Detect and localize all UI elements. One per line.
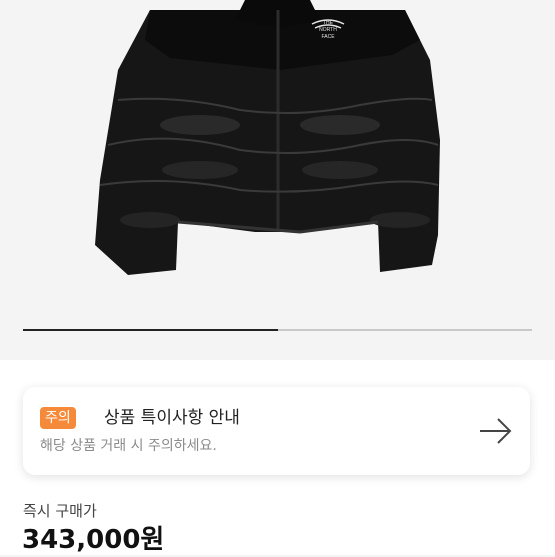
caution-badge: 주의: [40, 407, 76, 429]
svg-text:THE: THE: [323, 20, 334, 26]
image-carousel-progress: [23, 329, 532, 331]
instant-buy-price-label: 즉시 구매가: [23, 502, 97, 520]
notice-subtitle: 해당 상품 거래 시 주의하세요.: [40, 438, 217, 454]
product-image: THE NORTH FACE: [95, 0, 440, 275]
product-notice-card[interactable]: 주의 상품 특이사항 안내 해당 상품 거래 시 주의하세요.: [23, 387, 530, 475]
arrow-right-icon[interactable]: [478, 415, 514, 447]
instant-buy-price: 343,000원: [22, 525, 165, 555]
image-carousel-progress-fill: [23, 329, 278, 331]
svg-text:FACE: FACE: [321, 34, 335, 40]
notice-title: 상품 특이사항 안내: [104, 408, 240, 428]
product-image-carousel[interactable]: THE NORTH FACE: [0, 0, 555, 360]
svg-text:NORTH: NORTH: [319, 27, 337, 33]
